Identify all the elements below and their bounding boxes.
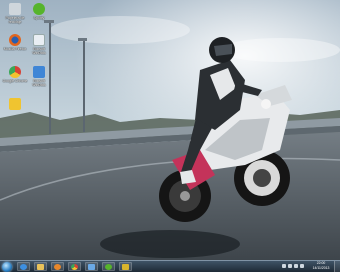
volume-icon[interactable] xyxy=(294,264,298,268)
control-panel-icon xyxy=(88,263,95,270)
winrar-icon xyxy=(122,263,129,270)
taskbar-control-panel[interactable] xyxy=(85,262,98,271)
firefox-icon xyxy=(9,34,21,46)
clock-date: 14/11/2013 xyxy=(312,266,330,270)
flag-icon[interactable] xyxy=(300,264,304,268)
taskbar-internet-explorer[interactable] xyxy=(17,262,30,271)
chrome-icon xyxy=(9,66,21,78)
taskbar-media-player[interactable] xyxy=(51,262,64,271)
chrome-taskbar-icon xyxy=(71,263,78,270)
windata-alt-shortcut[interactable]: Rocsoft WinData xyxy=(26,66,52,87)
recycle-bin-icon xyxy=(9,3,21,15)
firefox-shortcut[interactable]: Mozilla Firefox xyxy=(2,34,28,51)
spotify-taskbar-icon xyxy=(105,263,112,270)
taskbar: 22:00 14/11/2013 xyxy=(0,260,340,272)
taskbar-winrar[interactable] xyxy=(119,262,132,271)
network-icon[interactable] xyxy=(288,264,292,268)
file-explorer-icon xyxy=(37,263,44,270)
tray-arrow-icon[interactable] xyxy=(282,264,286,268)
taskbar-file-explorer[interactable] xyxy=(34,262,47,271)
desktop-icon-label: Mozilla Firefox xyxy=(3,47,27,51)
desktop-icon-label: Papelera de reciclaje xyxy=(5,16,25,24)
chrome-shortcut[interactable]: Google Chrome xyxy=(2,66,28,83)
desktop-icon-label: Rocsoft WinData xyxy=(32,47,46,55)
spotify-shortcut[interactable]: Spotify xyxy=(26,3,52,20)
desktop-icon-label: Spotify xyxy=(33,16,45,20)
start-orb-icon[interactable] xyxy=(2,262,12,272)
spotify-icon xyxy=(33,3,45,15)
system-tray: 22:00 14/11/2013 xyxy=(280,261,340,272)
windata-alt-icon xyxy=(33,66,45,78)
windata-icon xyxy=(33,34,45,46)
recycle-bin-shortcut[interactable]: Papelera de reciclaje xyxy=(2,3,28,24)
folder-shortcut-icon xyxy=(9,98,21,110)
taskbar-chrome[interactable] xyxy=(68,262,81,271)
taskbar-spotify[interactable] xyxy=(102,262,115,271)
show-desktop-button[interactable] xyxy=(334,261,340,272)
windata-shortcut[interactable]: Rocsoft WinData xyxy=(26,34,52,55)
clock[interactable]: 22:00 14/11/2013 xyxy=(310,261,332,271)
internet-explorer-icon xyxy=(20,263,27,270)
desktop-icon-label: Google Chrome xyxy=(2,79,28,83)
media-player-icon xyxy=(54,263,61,270)
desktop-icon-label: Rocsoft WinData xyxy=(32,79,46,87)
folder-shortcut[interactable] xyxy=(2,98,28,111)
